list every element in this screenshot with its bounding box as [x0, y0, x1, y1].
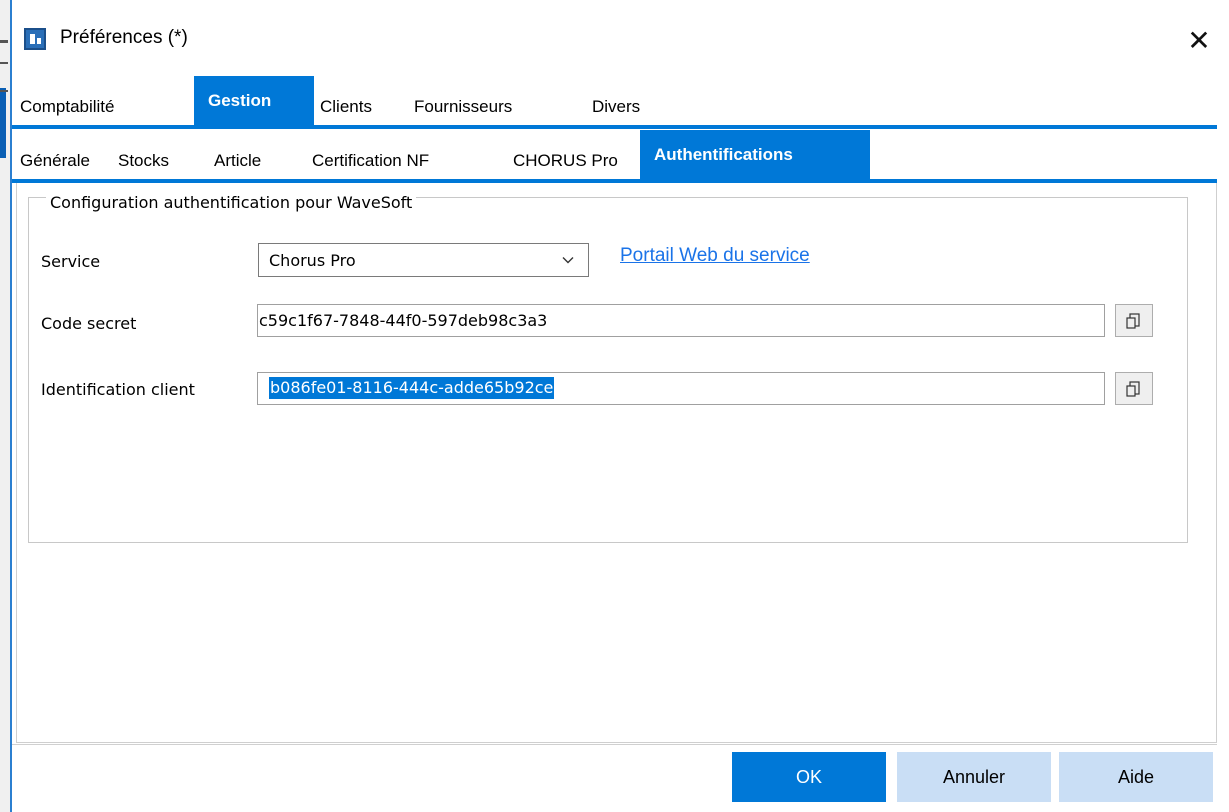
service-selected-value: Chorus Pro	[269, 251, 356, 270]
sub-tab-bar: Générale Stocks Article Certification NF…	[12, 130, 1229, 180]
client-id-field[interactable]: b086fe01-8116-444c-adde65b92ce	[257, 372, 1105, 405]
title-bar: Préférences (*) ✕	[12, 0, 1229, 78]
ok-button[interactable]: OK	[732, 752, 886, 802]
background-fragment	[0, 62, 8, 64]
help-button[interactable]: Aide	[1059, 752, 1213, 802]
secret-code-label: Code secret	[41, 314, 137, 333]
background-fragment	[0, 90, 8, 92]
secret-code-value: c59c1f67-7848-44f0-597deb98c3a3	[259, 311, 548, 330]
secret-code-field[interactable]: c59c1f67-7848-44f0-597deb98c3a3	[257, 304, 1105, 337]
service-select[interactable]: Chorus Pro	[258, 243, 589, 277]
service-label: Service	[41, 252, 101, 271]
copy-client-button[interactable]	[1115, 372, 1153, 405]
window-title: Préférences (*)	[60, 27, 188, 48]
copy-icon	[1126, 312, 1140, 329]
tab-fournisseurs[interactable]: Fournisseurs	[414, 76, 578, 126]
tab-stocks[interactable]: Stocks	[102, 130, 200, 180]
tab-chorus-pro[interactable]: CHORUS Pro	[495, 130, 640, 180]
copy-secret-button[interactable]	[1115, 304, 1153, 337]
background-fragment	[0, 40, 8, 43]
tab-authentifications[interactable]: Authentifications	[640, 130, 870, 180]
client-id-label: Identification client	[41, 380, 195, 399]
cancel-button[interactable]: Annuler	[897, 752, 1051, 802]
main-tab-bar: Comptabilité Gestion Clients Fournisseur…	[12, 76, 1229, 126]
portal-web-link[interactable]: Portail Web du service	[620, 245, 810, 267]
tab-certification-nf[interactable]: Certification NF	[298, 130, 495, 180]
app-icon	[24, 28, 46, 50]
tab-divers[interactable]: Divers	[578, 76, 658, 126]
chevron-down-icon	[562, 257, 574, 264]
tab-gestion[interactable]: Gestion	[194, 76, 314, 126]
client-id-value: b086fe01-8116-444c-adde65b92ce	[269, 377, 555, 399]
footer-divider	[12, 744, 1217, 745]
tab-article[interactable]: Article	[200, 130, 298, 180]
tab-generale[interactable]: Générale	[12, 130, 102, 180]
auth-config-groupbox	[28, 197, 1188, 543]
tab-comptabilite[interactable]: Comptabilité	[12, 76, 172, 126]
copy-icon	[1126, 380, 1140, 397]
main-tab-underline	[12, 125, 1217, 129]
close-button[interactable]: ✕	[1179, 22, 1219, 58]
groupbox-title: Configuration authentification pour Wave…	[46, 193, 417, 212]
tab-clients[interactable]: Clients	[314, 76, 414, 126]
background-accent-bar	[0, 88, 6, 158]
